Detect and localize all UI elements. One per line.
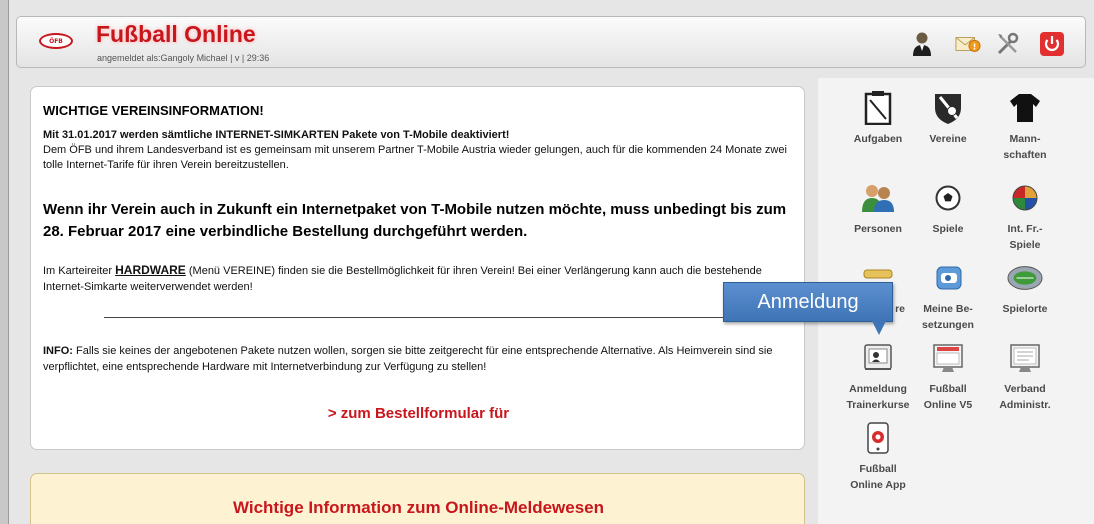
menu-tile-besetzungen[interactable]: Meine Be- setzungen [913,260,983,333]
menu-tile-verband-admin[interactable]: Verband Administr. [990,340,1060,413]
menu-tile-int-spiele[interactable]: Int. Fr.- Spiele [990,180,1060,253]
menu-tile-vereine[interactable]: Vereine [913,90,983,147]
tile-label: Mann- schaften [1003,133,1047,161]
monitor-icon [930,340,966,376]
whistle-icon [930,260,966,296]
tile-label: Int. Fr.- Spiele [1007,223,1043,251]
online-reporting-panel: Wichtige Information zum Online-Meldewes… [30,473,805,524]
menu-tile-trainerkurse[interactable]: Anmeldung Trainerkurse [843,340,913,413]
notice-heading: WICHTIGE VEREINSINFORMATION! [43,103,264,118]
tile-label: Aufgaben [853,133,903,145]
notice-lead-text: Dem ÖFB und ihrem Landesverband ist es g… [43,144,787,171]
info-body: Falls sie keines der angebotenen Pakete … [43,345,773,373]
messages-icon[interactable]: ! [955,31,981,57]
menu-tile-spielorte[interactable]: Spielorte [990,260,1060,317]
notice-lead-bold: Mit 31.01.2017 werden sämtliche INTERNET… [43,129,510,141]
tile-label: Meine Be- setzungen [922,303,974,331]
menu-tile-fussball-online-app[interactable]: Fußball Online App [843,420,913,493]
notice-lead: Mit 31.01.2017 werden sämtliche INTERNET… [43,128,793,173]
notice-highlight: Wenn ihr Verein auch in Zukunft ein Inte… [43,201,787,240]
login-info: angemeldet als:Gangoly Michael | v | 29:… [97,53,270,63]
hw-prefix: Im Karteireiter [43,265,116,277]
divider [104,317,739,318]
people-icon [860,180,896,216]
tile-label: Verband Administr. [999,383,1051,411]
tile-label: Vereine [929,133,967,145]
tile-label: Anmeldung Trainerkurse [846,383,910,411]
menu-tile-spiele[interactable]: Spiele [913,180,983,237]
club-crest-icon [930,90,966,126]
admin-monitor-icon [1007,340,1043,376]
tile-label: Fußball Online V5 [923,383,973,411]
logo-text: ÖFB [49,37,63,45]
oefb-logo[interactable]: ÖFB [39,33,73,49]
app-header: ÖFB Fußball Online angemeldet als:Gangol… [16,16,1086,68]
club-info-panel: WICHTIGE VEREINSINFORMATION! Mit 31.01.2… [30,86,805,450]
tile-label: Fußball Online App [850,463,906,491]
info-label: INFO: [43,345,73,357]
course-registration-icon [860,340,896,376]
phone-app-icon [860,420,896,456]
tile-label: Spielorte [1002,303,1048,315]
tile-label: Personen [854,223,902,235]
notice-info-text: INFO: Falls sie keines der angebotenen P… [43,343,793,375]
stadium-icon [1007,260,1043,296]
tooltip-callout: Anmeldung [723,282,893,322]
tooltip-callout-arrow [872,321,886,335]
hardware-link[interactable]: HARDWARE [115,263,186,277]
settings-tools-icon[interactable] [995,31,1021,57]
online-reporting-title[interactable]: Wichtige Information zum Online-Meldewes… [31,498,806,518]
menu-tile-mannschaften[interactable]: Mann- schaften [990,90,1060,163]
svg-text:!: ! [973,42,977,52]
app-title: Fußball Online [96,21,256,47]
clipboard-icon [860,90,896,126]
tile-label: Spiele [932,223,964,235]
menu-tile-personen[interactable]: Personen [843,180,913,237]
menu-tile-aufgaben[interactable]: Aufgaben [843,90,913,147]
international-ball-icon [1007,180,1043,216]
order-form-link[interactable]: > zum Bestellformular für [31,405,806,422]
user-profile-icon[interactable] [909,31,935,57]
logout-power-icon[interactable] [1039,31,1065,57]
jersey-icon [1007,90,1043,126]
menu-tile-fussball-online-v5[interactable]: Fußball Online V5 [913,340,983,413]
football-icon [930,180,966,216]
notice-hardware-text: Im Karteireiter HARDWARE (Menü VEREINE) … [43,262,803,295]
